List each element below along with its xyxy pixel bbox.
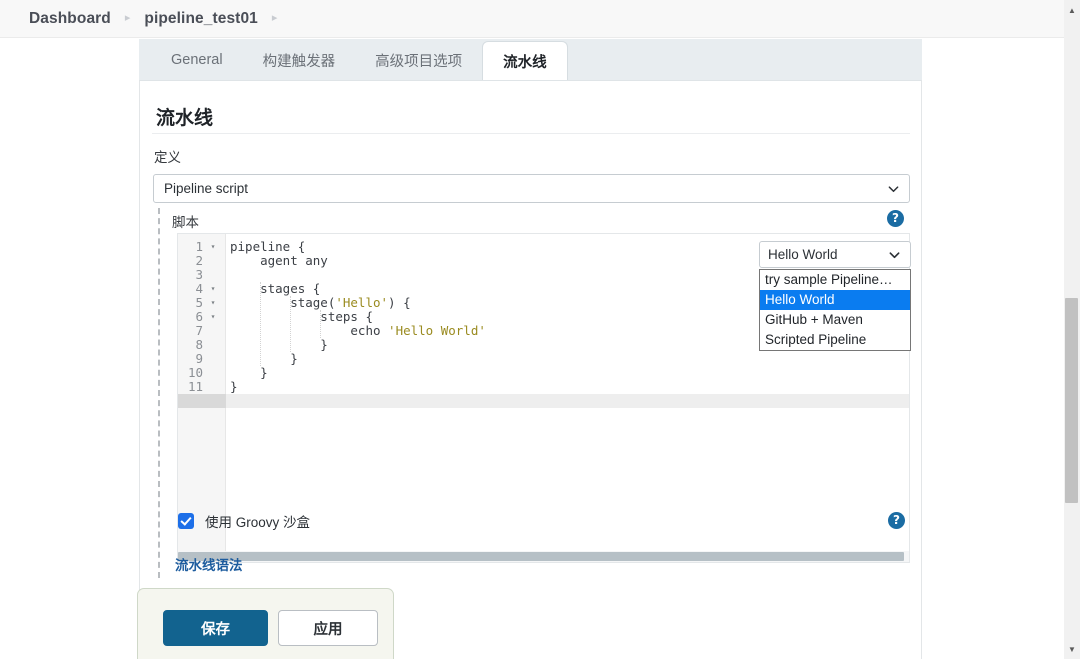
- definition-select-value: Pipeline script: [164, 181, 249, 196]
- tab-general[interactable]: General: [151, 39, 243, 81]
- breadcrumb-item-dashboard[interactable]: Dashboard: [29, 10, 111, 28]
- breadcrumb-separator-icon: ▸: [124, 12, 131, 24]
- scroll-down-arrow-icon[interactable]: ▼: [1064, 641, 1080, 657]
- groovy-sandbox-label: 使用 Groovy 沙盒: [205, 515, 311, 530]
- sample-option-hello-world[interactable]: Hello World: [760, 290, 910, 310]
- chevron-down-icon: [888, 183, 899, 194]
- code-line: agent any: [230, 253, 328, 268]
- fold-toggle-icon[interactable]: ▾: [208, 310, 218, 324]
- help-icon-script[interactable]: ?: [887, 210, 904, 227]
- editor-horizontal-scrollbar[interactable]: [178, 551, 909, 562]
- groovy-sandbox-checkbox[interactable]: [178, 513, 194, 529]
- active-line-highlight: [226, 394, 909, 408]
- fold-toggle-icon[interactable]: ▾: [208, 282, 218, 296]
- active-line-gutter-highlight: [178, 394, 226, 408]
- code-line: }: [230, 337, 328, 352]
- line-number: 8: [195, 337, 203, 352]
- code-line: }: [230, 351, 298, 366]
- breadcrumb-item-project[interactable]: pipeline_test01: [144, 10, 258, 28]
- breadcrumb: Dashboard ▸ pipeline_test01 ▸: [0, 0, 1064, 38]
- line-number: 10: [187, 365, 203, 380]
- line-number: 5: [195, 295, 203, 310]
- pipeline-config-panel: 流水线 定义 Pipeline script 脚本 ? 1 ▾ 2 3 4 ▾ 5 ▾ 6 ▾ 7 8…: [139, 80, 922, 659]
- form-action-bar: 保存 应用: [137, 588, 394, 659]
- sample-pipeline-select[interactable]: Hello World: [759, 241, 911, 268]
- apply-button[interactable]: 应用: [278, 610, 378, 646]
- fold-toggle-icon[interactable]: ▾: [208, 296, 218, 310]
- line-number: 11: [187, 379, 203, 394]
- tab-build-triggers[interactable]: 构建触发器: [243, 39, 356, 81]
- page-scroll-thumb[interactable]: [1065, 298, 1078, 503]
- definition-label: 定义: [154, 150, 181, 165]
- sample-option-scripted-pipeline[interactable]: Scripted Pipeline: [760, 330, 910, 350]
- definition-select[interactable]: Pipeline script: [153, 174, 910, 203]
- help-icon-sandbox[interactable]: ?: [888, 512, 905, 529]
- scroll-up-arrow-icon[interactable]: ▲: [1064, 2, 1080, 18]
- jenkins-pipeline-config-page: Dashboard ▸ pipeline_test01 ▸ General 构建…: [0, 0, 1080, 659]
- line-number: 3: [195, 267, 203, 282]
- page-vertical-scrollbar[interactable]: ▲ ▼: [1064, 0, 1080, 659]
- sample-pipeline-dropdown-menu[interactable]: try sample Pipeline… Hello World GitHub …: [759, 269, 911, 351]
- sample-pipeline-selected-value: Hello World: [768, 247, 838, 262]
- code-line: }: [230, 365, 268, 380]
- line-number: 1: [195, 239, 203, 254]
- code-line: stage('Hello') {: [230, 295, 411, 310]
- save-button[interactable]: 保存: [163, 610, 268, 646]
- tab-advanced-project-options[interactable]: 高级项目选项: [355, 39, 482, 81]
- sample-option-github-maven[interactable]: GitHub + Maven: [760, 310, 910, 330]
- code-line: }: [230, 379, 238, 394]
- chevron-down-icon-sample: [889, 249, 900, 260]
- editor-hscroll-thumb[interactable]: [178, 552, 904, 561]
- code-line: echo 'Hello World': [230, 323, 486, 338]
- line-number: 4: [195, 281, 203, 296]
- groovy-sandbox-row[interactable]: 使用 Groovy 沙盒: [178, 511, 310, 531]
- config-tab-strip: General 构建触发器 高级项目选项 流水线: [139, 39, 922, 81]
- pipeline-syntax-link[interactable]: 流水线语法: [175, 554, 243, 574]
- page-title: 流水线: [156, 108, 214, 129]
- code-line: pipeline {: [230, 239, 306, 254]
- line-number: 9: [195, 351, 203, 366]
- sample-option-try[interactable]: try sample Pipeline…: [760, 270, 910, 290]
- title-divider: [152, 133, 910, 134]
- line-number: 6: [195, 309, 203, 324]
- line-number: 2: [195, 253, 203, 268]
- line-number: 7: [195, 323, 203, 338]
- tab-pipeline[interactable]: 流水线: [482, 41, 568, 81]
- code-line: steps {: [230, 309, 373, 324]
- nested-section-guide: [158, 208, 160, 578]
- breadcrumb-separator-icon-2: ▸: [271, 12, 278, 24]
- code-line: stages {: [230, 281, 321, 296]
- script-label: 脚本: [172, 215, 199, 230]
- fold-toggle-icon[interactable]: ▾: [208, 240, 218, 254]
